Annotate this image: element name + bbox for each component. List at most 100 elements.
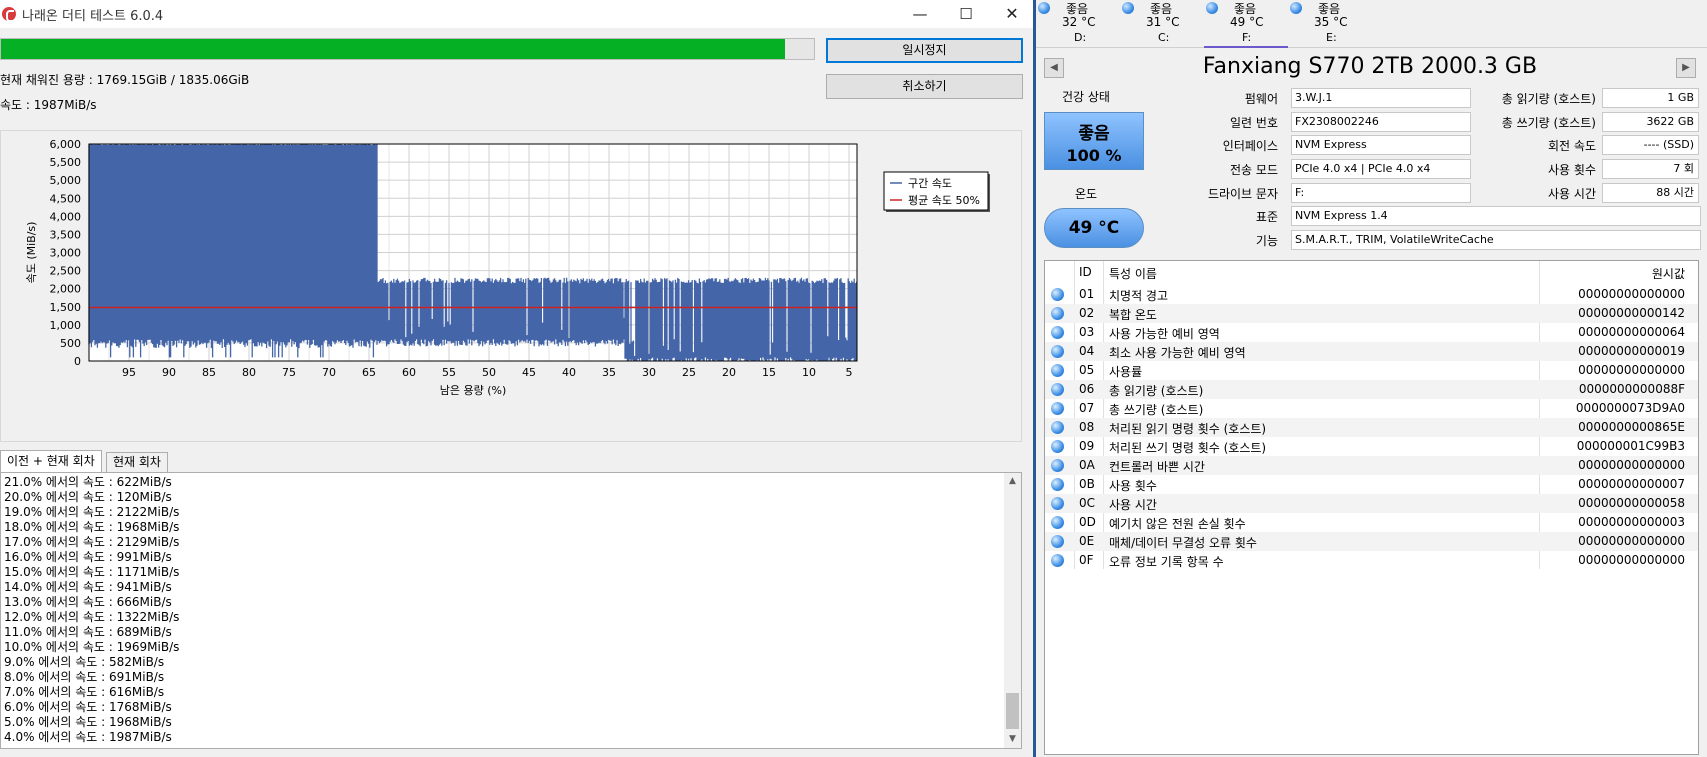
minimize-button[interactable]: — (897, 0, 943, 28)
x-tick-label: 70 (322, 366, 336, 379)
attribute-raw-value: 00000000000000 (1578, 534, 1685, 548)
x-tick-label: 50 (482, 366, 496, 379)
smart-row[interactable]: 04 최소 사용 가능한 예비 영역 00000000000019 (1045, 342, 1698, 361)
log-line: 21.0% 에서의 속도 : 622MiB/s (4, 475, 172, 489)
health-status-text: 좋음 (1078, 124, 1110, 144)
attribute-status-icon (1051, 478, 1064, 491)
cancel-button[interactable]: 취소하기 (826, 74, 1023, 99)
smart-row[interactable]: 0A 컨트롤러 바쁜 시간 00000000000000 (1045, 456, 1698, 475)
smart-row[interactable]: 03 사용 가능한 예비 영역 00000000000064 (1045, 323, 1698, 342)
drive-tab-c[interactable]: 좋음 31 °C C: (1120, 0, 1204, 48)
attribute-status-icon (1051, 440, 1064, 453)
scroll-thumb[interactable] (1006, 693, 1019, 729)
drive-letter: F: (1242, 31, 1252, 44)
attribute-raw-value: 00000000000000 (1578, 363, 1685, 377)
smart-row[interactable]: 0F 오류 정보 기록 항목 수 00000000000000 (1045, 551, 1698, 570)
x-tick-label: 65 (362, 366, 376, 379)
speed-log[interactable]: 21.0% 에서의 속도 : 622MiB/s 20.0% 에서의 속도 : 12… (0, 472, 1022, 749)
attribute-raw-value: 00000000000142 (1578, 306, 1685, 320)
y-tick-label: 4,500 (50, 192, 82, 205)
disk-info-window: 좋음 32 °C D: 좋음 31 °C C: 좋음 49 °C F: 좋음 35 °C E: ◀ F… (1036, 0, 1707, 757)
log-line: 6.0% 에서의 속도 : 1768MiB/s (4, 700, 172, 714)
next-disk-button[interactable]: ▶ (1676, 58, 1696, 78)
smart-row[interactable]: 0C 사용 시간 00000000000058 (1045, 494, 1698, 513)
x-tick-label: 5 (846, 366, 853, 379)
y-tick-label: 4,000 (50, 210, 82, 223)
log-scrollbar[interactable]: ▲ ▼ (1004, 473, 1021, 748)
window-title: 나래온 더티 테스트 6.0.4 (22, 9, 164, 24)
attribute-id: 08 (1079, 420, 1095, 434)
x-tick-label: 45 (522, 366, 536, 379)
info-value: NVM Express 1.4 (1291, 206, 1701, 226)
info-value: PCIe 4.0 x4 | PCIe 4.0 x4 (1291, 159, 1471, 179)
info-value: S.M.A.R.T., TRIM, VolatileWriteCache (1291, 230, 1701, 250)
y-tick-label: 500 (60, 337, 81, 350)
attribute-name: 총 쓰기량 (호스트) (1109, 403, 1204, 417)
y-tick-label: 1,500 (50, 301, 82, 314)
attribute-raw-value: 0000000000088F (1578, 382, 1685, 396)
stat-value: 1 GB (1602, 88, 1699, 108)
x-tick-label: 10 (802, 366, 816, 379)
smart-row[interactable]: 06 총 읽기량 (호스트) 0000000000088F (1045, 380, 1698, 399)
drive-selector-bar: 좋음 32 °C D: 좋음 31 °C C: 좋음 49 °C F: 좋음 35 °C E: (1036, 0, 1707, 48)
attribute-status-icon (1051, 497, 1064, 510)
header-id: ID (1079, 265, 1092, 279)
attribute-name: 처리된 읽기 명령 횟수 (호스트) (1109, 422, 1267, 436)
app-icon (2, 7, 16, 22)
temperature-badge[interactable]: 49 °C (1044, 208, 1144, 248)
drive-letter: E: (1326, 31, 1337, 44)
close-button[interactable]: ✕ (989, 0, 1035, 28)
health-percent: 100 % (1066, 146, 1122, 165)
attribute-status-icon (1051, 288, 1064, 301)
drive-tab-e[interactable]: 좋음 35 °C E: (1288, 0, 1372, 48)
smart-row[interactable]: 0E 매체/데이터 무결성 오류 횟수 00000000000000 (1045, 532, 1698, 551)
log-line: 19.0% 에서의 속도 : 2122MiB/s (4, 505, 180, 519)
health-status-badge[interactable]: 좋음 100 % (1044, 112, 1144, 170)
info-value: FX2308002246 (1291, 112, 1471, 132)
smart-row[interactable]: 09 처리된 쓰기 명령 횟수 (호스트) 000000001C99B3 (1045, 437, 1698, 456)
smart-row[interactable]: 05 사용률 00000000000000 (1045, 361, 1698, 380)
attribute-name: 복합 온도 (1109, 308, 1157, 322)
speed-chart: 95 90 85 80 75 70 65 60 55 50 45 40 35 30 25 20 15 10 5050… (25, 138, 990, 397)
progress-bar-fill (1, 39, 785, 59)
log-line: 16.0% 에서의 속도 : 991MiB/s (4, 550, 172, 564)
attribute-raw-value: 00000000000058 (1578, 496, 1685, 510)
y-tick-label: 1,000 (50, 319, 82, 332)
smart-row[interactable]: 0B 사용 횟수 00000000000007 (1045, 475, 1698, 494)
stat-value: 7 회 (1602, 159, 1699, 179)
pause-button[interactable]: 일시정지 (826, 38, 1023, 63)
tab-previous-and-current[interactable]: 이전 + 현재 회차 (0, 450, 102, 473)
smart-row[interactable]: 0D 예기치 않은 전원 손실 횟수 00000000000003 (1045, 513, 1698, 532)
drive-tab-f[interactable]: 좋음 49 °C F: (1204, 0, 1288, 48)
maximize-button[interactable]: ☐ (943, 0, 989, 28)
scroll-down-icon[interactable]: ▼ (1004, 731, 1021, 748)
smart-row[interactable]: 07 총 쓰기량 (호스트) 0000000073D9A0 (1045, 399, 1698, 418)
drive-tab-d[interactable]: 좋음 32 °C D: (1036, 0, 1120, 48)
legend-entry: 평균 속도 50% (908, 194, 980, 207)
smart-attributes-table[interactable]: ID 특성 이름 원시값 01 치명적 경고 00000000000000 02 복합 … (1044, 260, 1699, 755)
x-tick-label: 55 (442, 366, 456, 379)
smart-row[interactable]: 01 치명적 경고 00000000000000 (1045, 285, 1698, 304)
y-tick-label: 5,000 (50, 174, 82, 187)
smart-row[interactable]: 02 복합 온도 00000000000142 (1045, 304, 1698, 323)
attribute-id: 0F (1079, 553, 1094, 567)
attribute-status-icon (1051, 402, 1064, 415)
tab-current-round[interactable]: 현재 회차 (106, 452, 168, 472)
info-label: 펌웨어 (1244, 92, 1278, 106)
log-line: 11.0% 에서의 속도 : 689MiB/s (4, 625, 172, 639)
scroll-up-icon[interactable]: ▲ (1004, 473, 1021, 490)
drive-letter: D: (1074, 31, 1087, 44)
attribute-status-icon (1051, 516, 1064, 529)
dirty-test-window: 나래온 더티 테스트 6.0.4 — ☐ ✕ 현재 채워진 용량 : 1769.… (0, 0, 1033, 757)
info-value: F: (1291, 183, 1471, 203)
y-tick-label: 3,500 (50, 228, 82, 241)
x-tick-label: 30 (642, 366, 656, 379)
speed-label: 속도 : 1987MiB/s (0, 98, 97, 112)
attribute-name: 사용 시간 (1109, 498, 1157, 512)
prev-disk-button[interactable]: ◀ (1044, 58, 1064, 78)
x-tick-label: 35 (602, 366, 616, 379)
attribute-name: 치명적 경고 (1109, 289, 1169, 303)
smart-row[interactable]: 08 처리된 읽기 명령 횟수 (호스트) 0000000000865E (1045, 418, 1698, 437)
drive-temp: 32 °C (1062, 15, 1096, 29)
info-label: 드라이브 문자 (1207, 187, 1278, 201)
